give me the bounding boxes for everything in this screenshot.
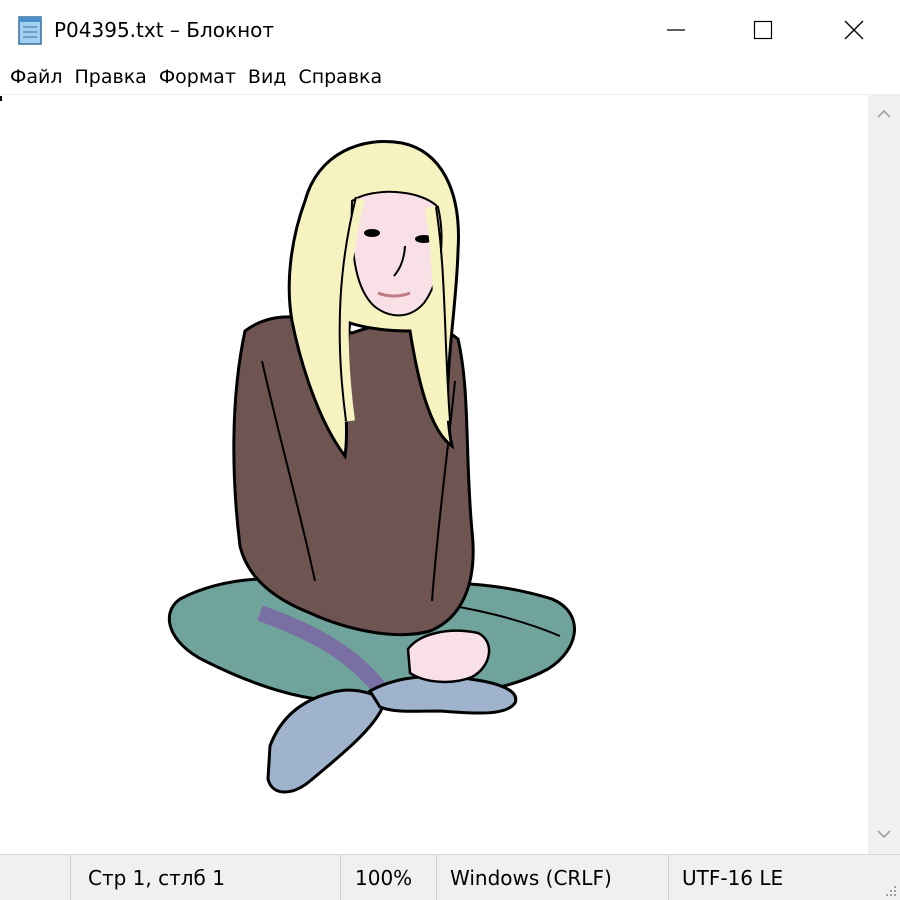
maximize-icon: [753, 20, 773, 40]
menu-format[interactable]: Формат: [153, 65, 242, 89]
hands-shape: [406, 629, 491, 684]
menu-bar: Файл Правка Формат Вид Справка: [0, 60, 900, 94]
left-foot-shape: [266, 688, 387, 794]
vertical-scrollbar[interactable]: [868, 94, 900, 854]
menu-edit[interactable]: Правка: [69, 65, 153, 89]
status-separator: [340, 855, 341, 900]
scroll-down-button[interactable]: [868, 814, 900, 854]
status-line-endings: Windows (CRLF): [450, 866, 612, 890]
minimize-button[interactable]: [630, 0, 722, 60]
close-button[interactable]: [808, 0, 900, 60]
seated-girl-illustration: [168, 140, 576, 794]
notepad-icon: [16, 14, 44, 46]
status-cursor-position: Стр 1, стлб 1: [88, 866, 225, 890]
menu-file[interactable]: Файл: [4, 65, 69, 89]
status-separator: [70, 855, 71, 900]
status-encoding: UTF-16 LE: [682, 866, 784, 890]
maximize-button[interactable]: [717, 0, 809, 60]
status-bar: Стр 1, стлб 1 100% Windows (CRLF) UTF-16…: [0, 854, 900, 900]
resize-grip-icon[interactable]: [880, 880, 898, 898]
menu-view[interactable]: Вид: [242, 65, 293, 89]
close-icon: [844, 20, 864, 40]
window-title: P04395.txt – Блокнот: [54, 18, 275, 42]
text-cursor: [0, 96, 2, 101]
status-zoom: 100%: [355, 866, 413, 890]
chevron-down-icon: [877, 830, 891, 839]
title-bar[interactable]: P04395.txt – Блокнот: [0, 0, 900, 60]
status-separator: [436, 855, 437, 900]
menu-help[interactable]: Справка: [292, 65, 388, 89]
scroll-up-button[interactable]: [868, 94, 900, 134]
minimize-icon: [667, 29, 685, 31]
chevron-up-icon: [877, 109, 891, 118]
status-separator: [668, 855, 669, 900]
text-editor[interactable]: [0, 94, 868, 854]
